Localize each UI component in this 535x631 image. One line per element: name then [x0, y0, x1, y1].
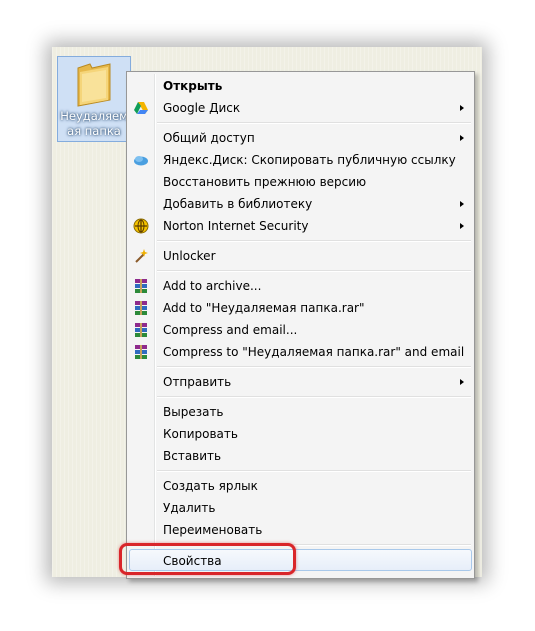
menu-item-label: Norton Internet Security [163, 219, 309, 233]
menu-item-paste[interactable]: Вставить [129, 445, 472, 467]
menu-item-share[interactable]: Общий доступ [129, 127, 472, 149]
menu-item-label: Добавить в библиотеку [163, 197, 313, 211]
menu-item-norton[interactable]: Norton Internet Security [129, 215, 472, 237]
menu-item-yandex-disk[interactable]: Яндекс.Диск: Скопировать публичную ссылк… [129, 149, 472, 171]
menu-separator [157, 470, 471, 472]
context-menu: Открыть Google Диск Общий доступ Яндекс.… [126, 71, 475, 579]
menu-item-rename[interactable]: Переименовать [129, 519, 472, 541]
menu-item-label: Создать ярлык [163, 479, 258, 493]
submenu-arrow-icon [460, 379, 464, 385]
menu-item-label: Вырезать [163, 405, 224, 419]
yandex-disk-icon [134, 156, 148, 166]
folder-item[interactable]: Неудаляемая папка [57, 56, 131, 142]
unlocker-wand-icon [135, 249, 148, 263]
menu-item-add-to-library[interactable]: Добавить в библиотеку [129, 193, 472, 215]
winrar-icon [135, 279, 147, 293]
menu-item-create-shortcut[interactable]: Создать ярлык [129, 475, 472, 497]
menu-item-open[interactable]: Открыть [129, 75, 472, 97]
menu-item-add-to-rar[interactable]: Add to "Неудаляемая папка.rar" [129, 297, 472, 319]
menu-separator [157, 396, 471, 398]
folder-icon [77, 63, 111, 107]
menu-item-label: Вставить [163, 449, 222, 463]
menu-separator [157, 122, 471, 124]
menu-item-label: Add to "Неудаляемая папка.rar" [163, 301, 365, 315]
menu-item-cut[interactable]: Вырезать [129, 401, 472, 423]
menu-separator [157, 366, 471, 368]
menu-item-copy[interactable]: Копировать [129, 423, 472, 445]
submenu-arrow-icon [460, 135, 464, 141]
submenu-arrow-icon [460, 223, 464, 229]
menu-item-compress-to-rar-email[interactable]: Compress to "Неудаляемая папка.rar" and … [129, 341, 472, 363]
menu-item-label: Переименовать [163, 523, 263, 537]
menu-item-label: Восстановить прежнюю версию [163, 175, 367, 189]
menu-item-label: Unlocker [163, 249, 216, 263]
menu-item-restore-version[interactable]: Восстановить прежнюю версию [129, 171, 472, 193]
winrar-icon [135, 345, 147, 359]
menu-separator [157, 240, 471, 242]
menu-item-label: Общий доступ [163, 131, 255, 145]
google-drive-icon [134, 102, 148, 114]
menu-item-compress-email[interactable]: Compress and email... [129, 319, 472, 341]
menu-item-send-to[interactable]: Отправить [129, 371, 472, 393]
norton-icon [133, 218, 149, 234]
menu-item-label: Яндекс.Диск: Скопировать публичную ссылк… [163, 153, 456, 167]
menu-separator [157, 270, 471, 272]
menu-item-label: Google Диск [163, 101, 241, 115]
menu-item-label: Compress and email... [163, 323, 298, 337]
winrar-icon [135, 323, 147, 337]
submenu-arrow-icon [460, 201, 464, 207]
menu-item-label: Отправить [163, 375, 232, 389]
menu-item-add-to-archive[interactable]: Add to archive... [129, 275, 472, 297]
menu-item-google-drive[interactable]: Google Диск [129, 97, 472, 119]
menu-item-label: Удалить [163, 501, 216, 515]
folder-label: Неудаляемая папка [60, 109, 128, 138]
menu-item-label: Add to archive... [163, 279, 262, 293]
menu-item-unlocker[interactable]: Unlocker [129, 245, 472, 267]
submenu-arrow-icon [460, 105, 464, 111]
menu-item-label: Compress to "Неудаляемая папка.rar" and … [163, 345, 465, 359]
properties-highlight-outline [119, 543, 296, 575]
menu-item-label: Копировать [163, 427, 238, 441]
winrar-icon [135, 301, 147, 315]
menu-item-label: Открыть [163, 79, 223, 93]
menu-item-delete[interactable]: Удалить [129, 497, 472, 519]
